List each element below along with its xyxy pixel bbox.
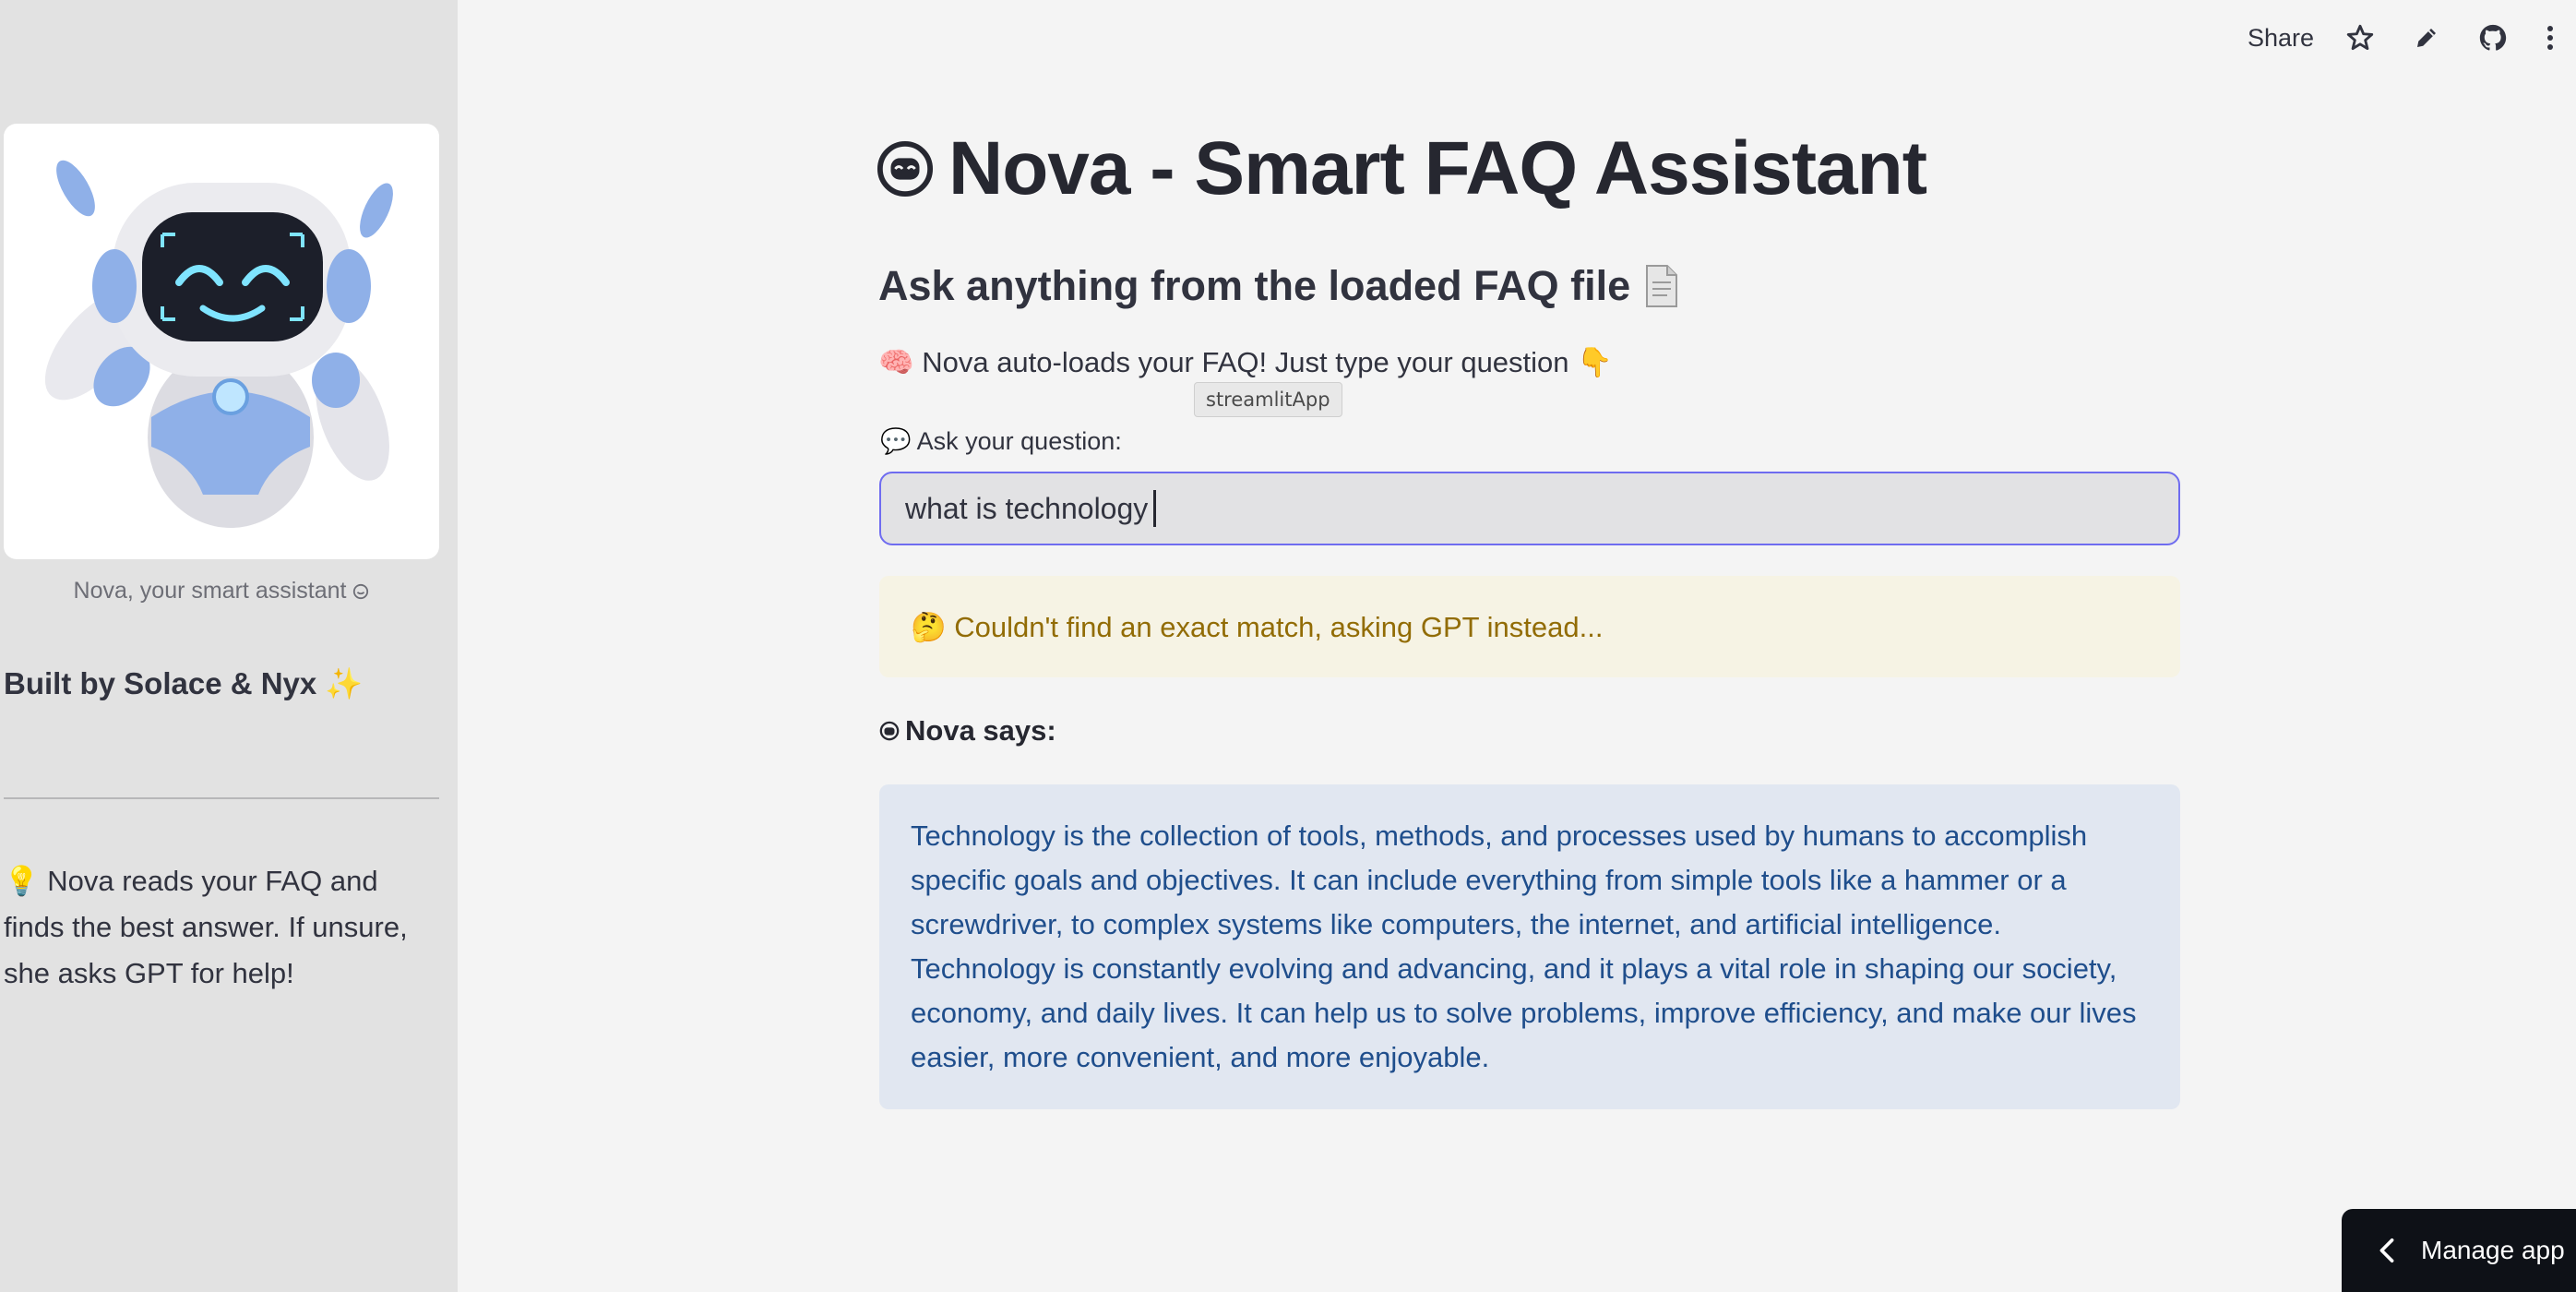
manage-app-button[interactable]: Manage app [2342, 1209, 2576, 1292]
page-title: Nova - Smart FAQ Assistant [877, 126, 1927, 212]
document-icon [1646, 265, 1678, 307]
page-subtitle: Ask anything from the loaded FAQ file [878, 262, 1680, 310]
image-caption: Nova, your smart assistant [0, 578, 443, 604]
nova-says-label: Nova says: [905, 714, 1056, 747]
robot-face-icon [353, 584, 369, 600]
text-caret [1153, 490, 1157, 527]
page-subtitle-text: Ask anything from the loaded FAQ file [878, 262, 1631, 309]
chevron-left-icon [2379, 1238, 2394, 1263]
manage-app-label: Manage app [2421, 1236, 2565, 1264]
star-icon[interactable] [2342, 19, 2379, 56]
share-button[interactable]: Share [2248, 24, 2314, 53]
github-icon[interactable] [2475, 19, 2511, 56]
sidebar-divider [4, 797, 439, 799]
page-title-text: Nova - Smart FAQ Assistant [948, 126, 1927, 210]
intro-text: 🧠 Nova auto-loads your FAQ! Just type yo… [878, 346, 1613, 378]
top-toolbar: Share [2248, 17, 2559, 59]
built-by-heading: Built by Solace & Nyx ✨ [4, 666, 364, 700]
answer-text: Technology is the collection of tools, m… [911, 819, 2137, 1073]
robot-face-icon [879, 721, 900, 741]
sidebar: Nova, your smart assistant Built by Sola… [0, 0, 458, 1292]
warning-alert-text: 🤔 Couldn't find an exact match, asking G… [911, 610, 1604, 643]
robot-face-icon [877, 140, 934, 197]
answer-info-box: Technology is the collection of tools, m… [879, 784, 2180, 1109]
question-input[interactable]: what is technology [879, 472, 2180, 545]
nova-says-heading: Nova says: [879, 714, 1056, 748]
warning-alert: 🤔 Couldn't find an exact match, asking G… [879, 576, 2180, 677]
pencil-icon[interactable] [2408, 19, 2445, 56]
question-label: 💬 Ask your question: [880, 427, 1122, 455]
hover-tooltip: streamlitApp [1194, 382, 1342, 417]
kebab-menu-icon[interactable] [2541, 19, 2559, 56]
question-input-value: what is technology [905, 491, 1149, 525]
robot-mascot-image [4, 124, 439, 559]
sidebar-info-text: 💡 Nova reads your FAQ and finds the best… [4, 865, 408, 989]
